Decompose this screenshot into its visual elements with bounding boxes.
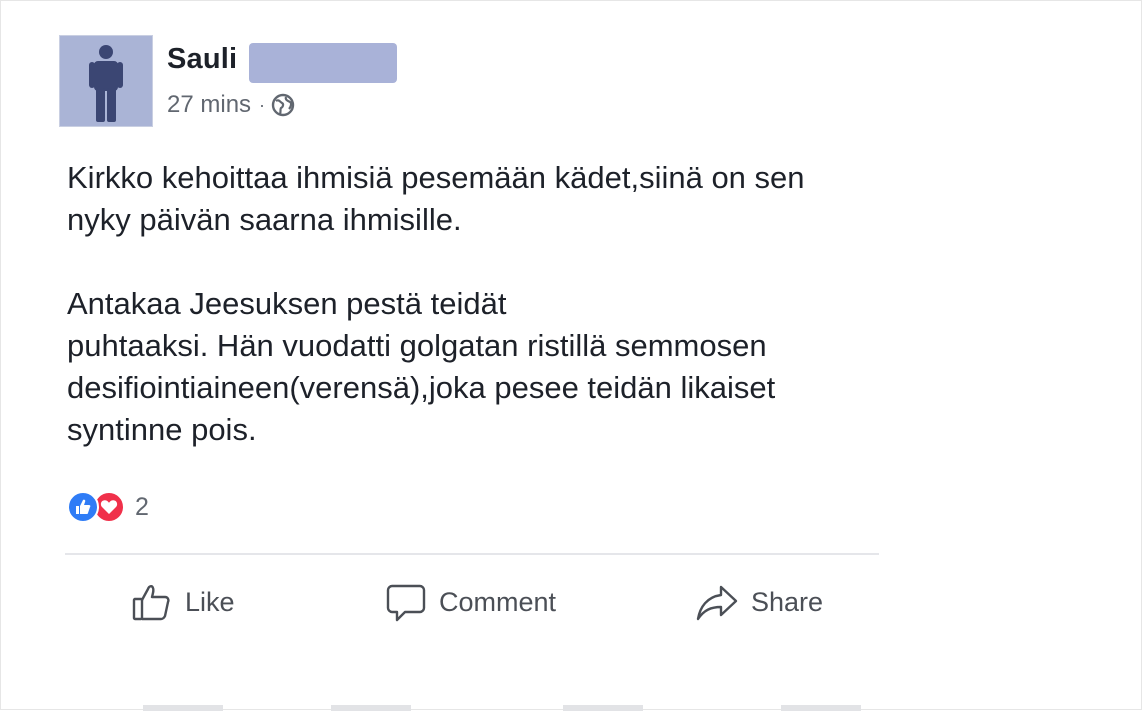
like-button[interactable]: Like xyxy=(131,573,235,631)
share-arrow-icon xyxy=(696,585,738,621)
post-card: Sauli 27 mins · Kirkko kehoittaa ihmisiä… xyxy=(0,0,1142,711)
reaction-count: 2 xyxy=(135,492,149,521)
thumbs-up-icon xyxy=(132,585,170,621)
share-label: Share xyxy=(751,586,824,617)
post-meta: 27 mins · xyxy=(167,91,295,119)
comment-button[interactable]: Comment xyxy=(385,573,556,631)
post-line: Kirkko kehoittaa ihmisiä pesemään kädet,… xyxy=(67,160,805,195)
like-label: Like xyxy=(185,586,235,617)
reaction-summary[interactable]: 2 xyxy=(67,491,149,523)
post-paragraph: Kirkko kehoittaa ihmisiä pesemään kädet,… xyxy=(67,157,877,241)
post-body: Kirkko kehoittaa ihmisiä pesemään kädet,… xyxy=(67,157,877,451)
post-line: puhtaaksi. Hän vuodatti golgatan ristill… xyxy=(67,328,767,363)
share-button[interactable]: Share xyxy=(695,573,823,631)
post-line: Antakaa Jeesuksen pestä teidät xyxy=(67,286,507,321)
post-line: nyky päivän saarna ihmisille. xyxy=(67,202,462,237)
person-silhouette-icon xyxy=(89,45,123,122)
post-line: syntinne pois. xyxy=(67,412,257,447)
comment-label: Comment xyxy=(439,586,557,617)
comment-bubble-icon xyxy=(386,584,426,622)
post-line: desifiointiaineen(verensä),joka pesee te… xyxy=(67,370,776,405)
meta-separator: · xyxy=(259,94,266,115)
like-reaction-icon xyxy=(67,491,99,523)
divider xyxy=(65,553,879,555)
action-bar: Like Comment Share xyxy=(65,573,879,631)
timestamp[interactable]: 27 mins xyxy=(167,91,251,119)
author-name[interactable]: Sauli xyxy=(167,43,237,76)
avatar[interactable] xyxy=(59,35,153,127)
redacted-surname xyxy=(249,43,397,83)
post-paragraph: Antakaa Jeesuksen pestä teidät puhtaaksi… xyxy=(67,283,877,451)
globe-icon[interactable] xyxy=(271,93,295,117)
